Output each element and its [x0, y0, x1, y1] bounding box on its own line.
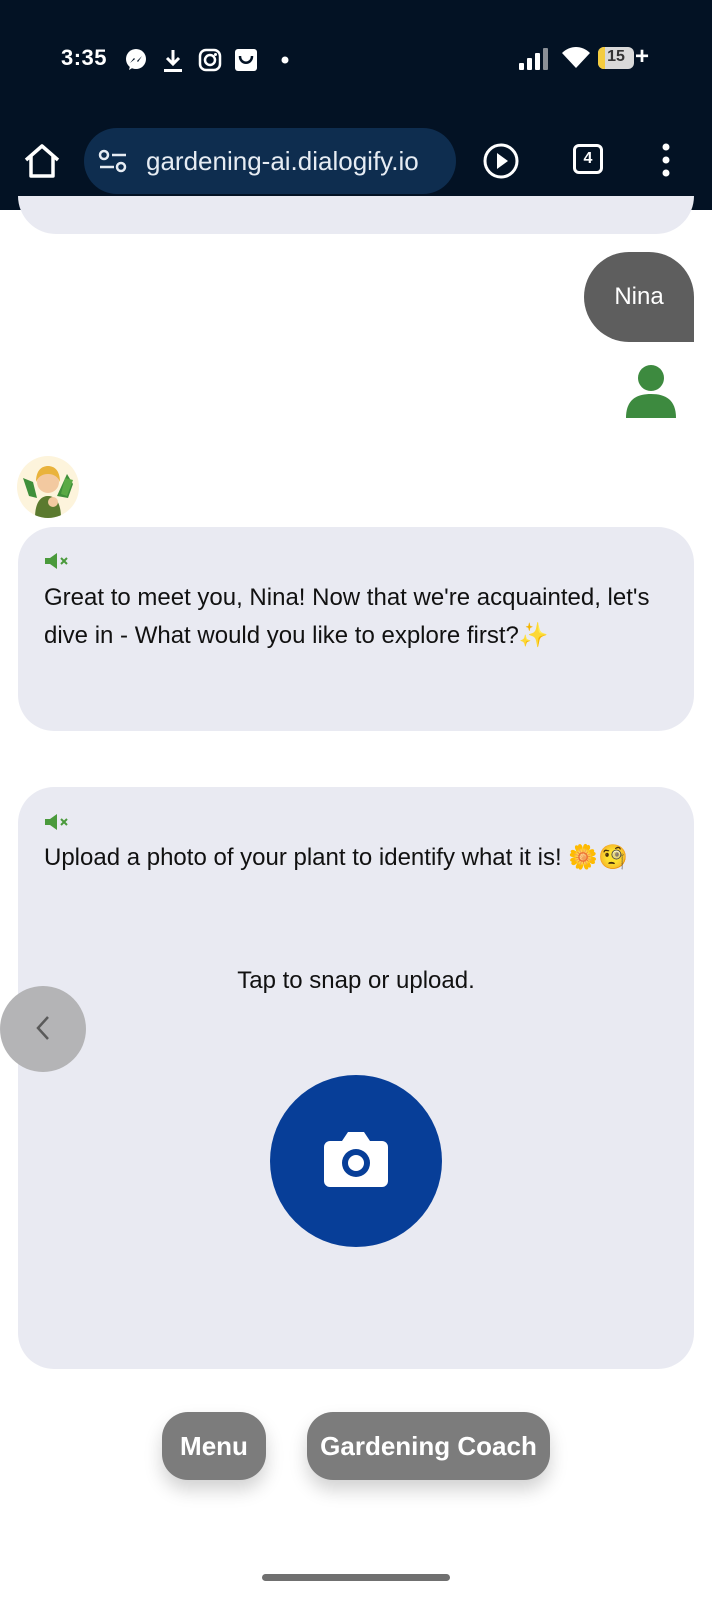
url-text: gardening-ai.dialogify.io	[146, 146, 419, 176]
home-indicator[interactable]	[262, 1574, 450, 1581]
download-icon	[164, 50, 182, 72]
chevron-left-icon	[36, 1016, 49, 1040]
signal-icon	[519, 48, 548, 70]
messenger-icon	[126, 49, 146, 70]
wifi-icon	[562, 47, 590, 68]
bot-message-text: Great to meet you, Nina! Now that we're …	[44, 584, 650, 649]
home-icon[interactable]	[22, 143, 62, 179]
tab-switcher-button[interactable]: 4	[573, 144, 603, 174]
gardener-avatar-icon	[23, 466, 73, 518]
play-icon[interactable]	[482, 142, 520, 180]
upload-card: Upload a photo of your plant to identify…	[18, 787, 694, 1369]
menu-button[interactable]: Menu	[162, 1412, 266, 1480]
status-bar: 3:35 15 +	[0, 40, 712, 80]
speaker-muted-icon[interactable]	[44, 552, 70, 570]
camera-icon	[324, 1132, 388, 1187]
site-settings-icon[interactable]	[98, 148, 128, 174]
upload-hint: Tap to snap or upload.	[237, 967, 475, 994]
dot-icon	[281, 56, 289, 64]
camera-upload-button[interactable]	[270, 1075, 442, 1247]
user-message: Nina	[584, 252, 694, 342]
upload-instruction-text: Upload a photo of your plant to identify…	[44, 844, 629, 871]
top-bar: 3:35 15 + gardening-ai.dialogify.io 4	[0, 0, 712, 210]
battery-level: 15	[607, 48, 625, 65]
speaker-muted-icon[interactable]	[44, 813, 70, 831]
address-bar[interactable]: gardening-ai.dialogify.io	[84, 128, 456, 194]
browser-toolbar: gardening-ai.dialogify.io 4	[0, 128, 712, 194]
instagram-icon	[198, 48, 222, 72]
previous-message-bubble	[18, 196, 694, 234]
gardening-coach-button[interactable]: Gardening Coach	[307, 1412, 550, 1480]
battery-icon: 15	[598, 47, 634, 69]
user-avatar-icon	[626, 365, 676, 418]
status-time: 3:35	[61, 45, 108, 70]
more-options-icon[interactable]	[660, 142, 672, 178]
gardener-avatar	[17, 456, 79, 518]
shopping-bag-icon	[235, 49, 257, 71]
back-arrow-button[interactable]	[0, 986, 86, 1072]
bot-message-bubble: Great to meet you, Nina! Now that we're …	[18, 527, 694, 731]
charging-indicator: +	[635, 43, 650, 70]
